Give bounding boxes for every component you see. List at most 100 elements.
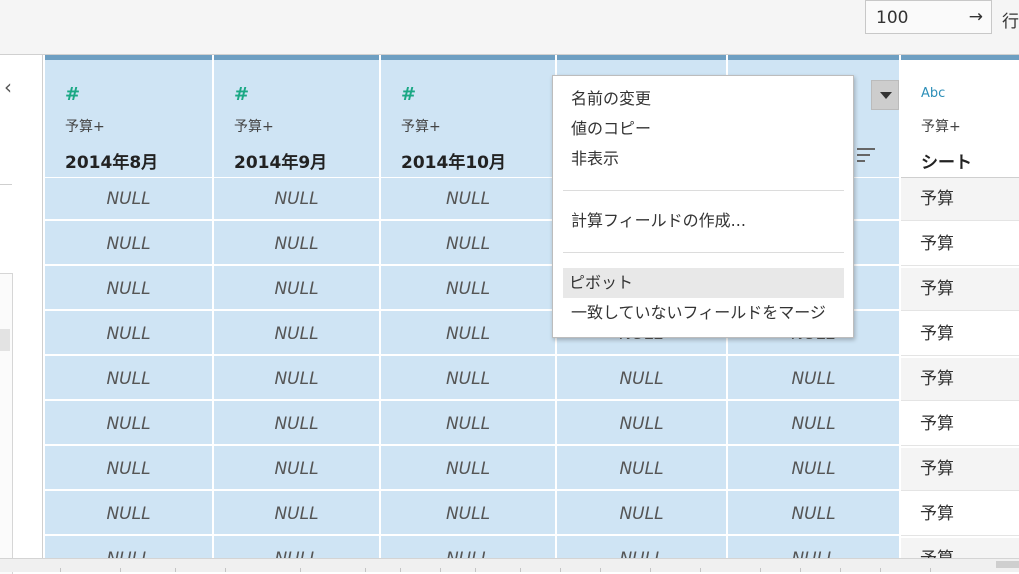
- row-count-value: 100: [876, 8, 909, 28]
- table-cell: NULL: [214, 178, 379, 221]
- scrollbar-tick: [840, 568, 841, 572]
- number-type-icon[interactable]: #: [234, 84, 249, 105]
- horizontal-scrollbar[interactable]: [0, 558, 1019, 572]
- left-divider: [0, 184, 12, 185]
- table-cell: NULL: [214, 223, 379, 266]
- table-cell: NULL: [728, 358, 899, 401]
- menu-divider: [563, 252, 844, 253]
- table-cell: NULL: [214, 268, 379, 311]
- table-cell: NULL: [381, 223, 555, 266]
- collapse-panel-icon[interactable]: ‹: [4, 77, 12, 97]
- column-context-menu: 名前の変更 値のコピー 非表示 計算フィールドの作成... ピボット 一致してい…: [552, 75, 854, 338]
- table-cell: 予算: [901, 403, 1019, 446]
- menu-divider: [563, 190, 844, 191]
- table-cell: NULL: [381, 268, 555, 311]
- column-2014-09[interactable]: # 予算+ 2014年9月 NULL NULL NULL NULL NULL NULL NU…: [212, 55, 379, 558]
- left-list-selected-row[interactable]: [0, 329, 10, 351]
- table-cell: NULL: [381, 493, 555, 536]
- table-cell: NULL: [557, 538, 726, 558]
- scrollbar-tick: [650, 568, 651, 572]
- table-cell: NULL: [381, 403, 555, 446]
- menu-item-copy-values[interactable]: 値のコピー: [563, 114, 844, 144]
- sort-icon[interactable]: [857, 148, 875, 166]
- table-cell: 予算: [901, 268, 1019, 311]
- column-header[interactable]: Abc 予算+ シート: [901, 55, 1019, 178]
- table-cell: NULL: [214, 538, 379, 558]
- scrollbar-tick: [225, 568, 226, 572]
- source-label: 予算+: [921, 119, 961, 135]
- table-cell: NULL: [381, 358, 555, 401]
- table-cell: NULL: [45, 268, 212, 311]
- scrollbar-tick: [60, 568, 61, 572]
- column-name: 2014年8月: [65, 153, 159, 173]
- menu-item-rename[interactable]: 名前の変更: [563, 84, 844, 114]
- table-cell: NULL: [557, 448, 726, 491]
- table-cell: NULL: [214, 493, 379, 536]
- table-cell: NULL: [45, 538, 212, 558]
- table-cell: NULL: [728, 403, 899, 446]
- table-cell: NULL: [214, 313, 379, 356]
- table-cell: NULL: [557, 493, 726, 536]
- table-cell: NULL: [45, 358, 212, 401]
- column-header[interactable]: # 予算+ 2014年10月: [381, 55, 555, 178]
- table-cell: NULL: [728, 493, 899, 536]
- table-cell: NULL: [557, 403, 726, 446]
- scrollbar-tick: [560, 568, 561, 572]
- column-2014-10[interactable]: # 予算+ 2014年10月 NULL NULL NULL NULL NULL NULL N…: [379, 55, 555, 558]
- column-name: 2014年9月: [234, 153, 328, 173]
- table-cell: NULL: [45, 223, 212, 266]
- table-cell: 予算: [901, 358, 1019, 401]
- column-menu-dropdown-button[interactable]: [871, 80, 899, 110]
- left-list-area: [0, 273, 13, 574]
- table-cell: NULL: [381, 448, 555, 491]
- table-cell: NULL: [214, 448, 379, 491]
- scrollbar-thumb[interactable]: [996, 561, 1019, 568]
- menu-item-pivot[interactable]: ピボット: [563, 268, 844, 298]
- menu-item-merge-mismatched-fields[interactable]: 一致していないフィールドをマージ: [563, 298, 844, 328]
- table-cell: 予算: [901, 223, 1019, 266]
- table-cell: NULL: [45, 493, 212, 536]
- source-label: 予算+: [401, 119, 441, 135]
- scrollbar-tick: [300, 568, 301, 572]
- source-label: 予算+: [234, 119, 274, 135]
- table-cell: 予算: [901, 178, 1019, 221]
- scrollbar-tick: [120, 568, 121, 572]
- table-cell: 予算: [901, 313, 1019, 356]
- scrollbar-tick: [365, 568, 366, 572]
- table-cell: NULL: [45, 403, 212, 446]
- table-cell: NULL: [45, 178, 212, 221]
- table-cell: NULL: [214, 403, 379, 446]
- table-cell: NULL: [381, 538, 555, 558]
- column-name: シート: [921, 153, 972, 173]
- scrollbar-tick: [520, 568, 521, 572]
- scrollbar-tick: [475, 568, 476, 572]
- source-label: 予算+: [65, 119, 105, 135]
- menu-item-hide[interactable]: 非表示: [563, 144, 844, 174]
- row-count-input[interactable]: 100 →: [865, 0, 992, 34]
- scrollbar-tick: [440, 568, 441, 572]
- table-cell: NULL: [381, 313, 555, 356]
- menu-item-create-calculated-field[interactable]: 計算フィールドの作成...: [563, 206, 844, 236]
- column-2014-08[interactable]: # 予算+ 2014年8月 NULL NULL NULL NULL NULL NULL NU…: [45, 55, 212, 558]
- table-cell: NULL: [45, 448, 212, 491]
- scrollbar-tick: [800, 568, 801, 572]
- scrollbar-tick: [700, 568, 701, 572]
- apply-arrow-icon[interactable]: →: [969, 7, 983, 27]
- number-type-icon[interactable]: #: [401, 84, 416, 105]
- table-cell: 予算: [901, 493, 1019, 536]
- table-cell: NULL: [557, 358, 726, 401]
- number-type-icon[interactable]: #: [65, 84, 80, 105]
- table-cell: NULL: [728, 538, 899, 558]
- string-type-icon[interactable]: Abc: [921, 86, 945, 101]
- column-header[interactable]: # 予算+ 2014年9月: [214, 55, 379, 178]
- rows-label: 行: [1002, 12, 1019, 32]
- table-cell: 予算: [901, 448, 1019, 491]
- column-name: 2014年10月: [401, 153, 506, 173]
- scrollbar-tick: [400, 568, 401, 572]
- scrollbar-tick: [930, 568, 931, 572]
- table-cell: 予算: [901, 538, 1019, 558]
- column-header[interactable]: # 予算+ 2014年8月: [45, 55, 212, 178]
- scrollbar-tick: [175, 568, 176, 572]
- table-cell: NULL: [728, 448, 899, 491]
- column-sheet[interactable]: Abc 予算+ シート 予算予算予算予算予算予算予算予算予算: [901, 55, 1019, 558]
